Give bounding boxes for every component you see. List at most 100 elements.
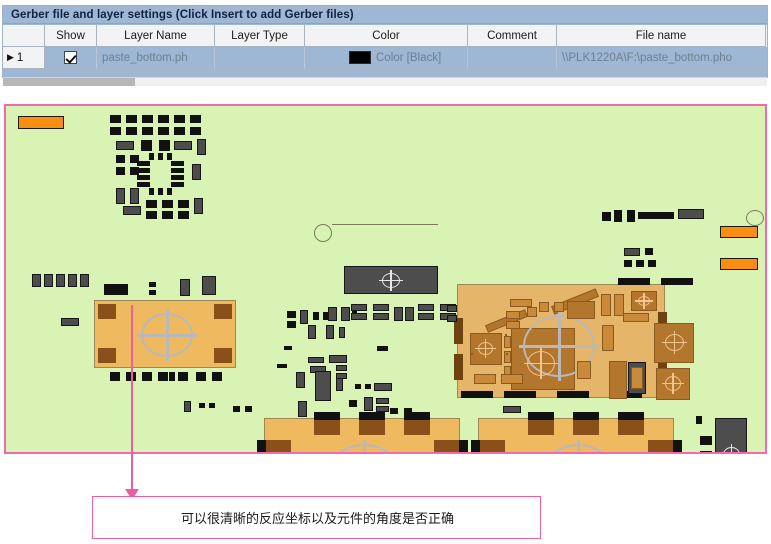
- show-checkbox-cell[interactable]: [45, 47, 97, 69]
- module-component: [504, 336, 511, 348]
- smd-pad: [162, 200, 173, 208]
- table-header-cell-comment[interactable]: Comment: [468, 25, 557, 47]
- chip-component: [374, 383, 392, 391]
- smd-pad: [137, 182, 150, 187]
- smd-pad: [158, 153, 163, 160]
- smd-pad: [126, 115, 137, 123]
- file-name-cell[interactable]: \\PLK1220A\F:\paste_bottom.pho: [557, 47, 766, 69]
- chip-component: [130, 188, 139, 204]
- smd-pad: [137, 161, 150, 166]
- module-component: [539, 302, 549, 312]
- layer-type-cell[interactable]: [215, 47, 305, 69]
- smd-pad: [212, 372, 222, 381]
- smd-pad: [110, 127, 121, 135]
- smd-pad: [178, 372, 188, 381]
- component-pad: [673, 440, 682, 452]
- smd-pad: [287, 311, 296, 318]
- component-pad: [214, 304, 232, 319]
- chip-component: [308, 357, 324, 363]
- module-component: [623, 313, 649, 322]
- smd-pad: [365, 384, 371, 389]
- chip-component: [202, 276, 216, 295]
- layer-name-cell[interactable]: paste_bottom.ph: [97, 47, 215, 69]
- show-checkbox[interactable]: [64, 51, 77, 64]
- chip-component: [503, 406, 521, 413]
- scrollbar-thumb[interactable]: [3, 78, 135, 86]
- component-pad: [528, 412, 554, 420]
- table-header-cell-color[interactable]: Color: [305, 25, 468, 47]
- module-component: [631, 367, 643, 389]
- chip-component: [447, 305, 457, 312]
- smd-pad: [104, 284, 128, 295]
- chip-component: [373, 304, 389, 311]
- table-header-cell-show[interactable]: Show: [45, 25, 97, 47]
- color-cell[interactable]: Color [Black]: [305, 47, 468, 69]
- smd-pad: [110, 372, 120, 381]
- pcb-layout-stage: [6, 106, 765, 452]
- row-selector[interactable]: ▶ 1: [3, 47, 45, 69]
- component-pad: [314, 418, 340, 435]
- component-center-marker: [662, 373, 684, 394]
- smd-pad: [126, 127, 137, 135]
- smd-pad: [645, 248, 653, 255]
- smd-pad: [287, 321, 296, 328]
- smd-pad: [167, 153, 172, 160]
- chip-component: [405, 307, 414, 321]
- silkscreen-outline: [332, 224, 438, 225]
- component-center-marker: [635, 293, 653, 309]
- module-edge-pad: [504, 391, 536, 398]
- row-marker-icon: ▶: [7, 52, 14, 62]
- component-center-marker: [662, 331, 687, 354]
- smd-pad: [116, 155, 125, 163]
- table-header-cell-file-name[interactable]: File name: [557, 25, 766, 47]
- chip-component: [341, 307, 350, 321]
- smd-pad: [178, 211, 189, 219]
- smd-pad: [116, 167, 125, 175]
- chip-component: [32, 274, 41, 287]
- component-pad: [528, 418, 554, 435]
- silkscreen-outline: [314, 224, 332, 242]
- chip-component: [373, 313, 389, 320]
- horizontal-scrollbar[interactable]: [3, 77, 767, 86]
- chip-component: [678, 209, 704, 219]
- smd-pad: [313, 312, 319, 320]
- color-swatch[interactable]: [349, 51, 371, 64]
- chip-component: [394, 307, 403, 321]
- table-header-cell-layer-name[interactable]: Layer Name: [97, 25, 215, 47]
- smd-pad: [390, 408, 398, 414]
- module-component: [602, 325, 614, 351]
- smd-pad: [171, 168, 184, 173]
- smd-pad: [171, 161, 184, 166]
- chip-component: [174, 141, 192, 150]
- chip-component: [364, 397, 373, 411]
- component-pad: [98, 348, 116, 363]
- chip-component: [308, 325, 316, 339]
- smd-pad: [700, 451, 712, 452]
- chip-component: [315, 371, 331, 401]
- chip-component: [300, 310, 308, 324]
- component-pad: [479, 440, 505, 452]
- smd-pad: [209, 403, 215, 408]
- module-component: [510, 299, 532, 307]
- annotation-box: 可以很清晰的反应坐标以及元件的角度是否正确: [92, 496, 541, 539]
- chip-component: [329, 355, 347, 363]
- chip-component: [418, 304, 434, 311]
- module-component: [506, 353, 508, 355]
- table-row[interactable]: ▶ 1 paste_bottom.ph Color [Black] \\PLK1220A…: [3, 47, 767, 69]
- gerber-preview-canvas[interactable]: [4, 104, 767, 454]
- chip-component: [296, 372, 305, 388]
- smd-pad: [377, 346, 388, 351]
- table-header-cell-row-selector[interactable]: [3, 25, 45, 47]
- smd-pad: [190, 115, 201, 123]
- module-edge-pad: [557, 391, 589, 398]
- comment-cell[interactable]: [468, 47, 557, 69]
- module-edge-pad: [661, 278, 693, 285]
- smd-pad: [602, 212, 611, 221]
- table-header-cell-layer-type[interactable]: Layer Type: [215, 25, 305, 47]
- chip-component: [339, 327, 345, 338]
- chip-component: [56, 274, 65, 287]
- chip-component: [418, 313, 434, 320]
- connector-pad: [720, 226, 758, 238]
- smd-pad: [349, 400, 357, 407]
- gerber-settings-panel: Gerber file and layer settings (Click In…: [0, 0, 771, 88]
